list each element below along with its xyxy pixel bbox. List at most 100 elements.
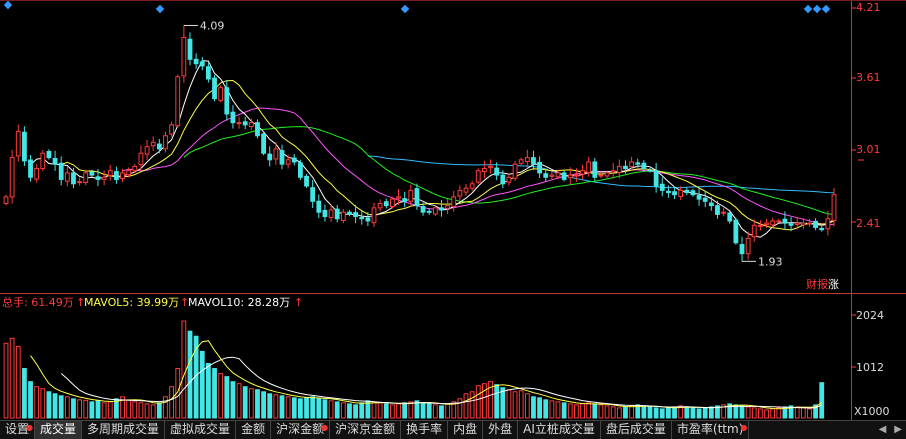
candle-body [831, 194, 837, 222]
candle-body [3, 196, 9, 204]
indicator-tab-label: 沪深京金额 [335, 422, 396, 436]
price-tick-label: 2.41 [856, 217, 881, 230]
candle-body [463, 187, 469, 193]
candle-body [623, 165, 628, 170]
volume-bar [34, 386, 40, 419]
indicator-tab[interactable]: 成交量 [35, 421, 83, 439]
volume-bar [665, 407, 671, 419]
volume-bar [647, 406, 653, 419]
volume-bar [224, 376, 230, 419]
candle-body [727, 212, 733, 222]
rise-tag[interactable]: 涨 [828, 278, 839, 291]
volume-bar [267, 393, 273, 419]
candle-body [163, 135, 168, 150]
scroll-left-icon[interactable]: ◀ [875, 421, 891, 438]
volume-bar [598, 404, 604, 419]
candle-body [261, 133, 267, 154]
candle-body [181, 36, 187, 77]
candle-body [653, 170, 659, 187]
candle-body [635, 162, 641, 165]
volume-bar [377, 402, 383, 419]
volume-bar [347, 403, 352, 419]
up-arrow-icon: ↑ [294, 296, 303, 309]
indicator-tab[interactable]: 内盘 [448, 421, 484, 439]
candle-body [549, 174, 555, 177]
finance-report-tag[interactable]: 财报 [806, 277, 828, 291]
candle-body [58, 162, 64, 180]
volume-bar [150, 404, 156, 419]
candle-body [506, 176, 512, 183]
volume-bar [445, 403, 451, 419]
volume-bar [672, 406, 677, 419]
candle-body [733, 219, 739, 244]
candle-body [800, 222, 806, 226]
volume-bar [64, 396, 70, 419]
candle-body [432, 207, 438, 215]
candle-body [659, 183, 665, 191]
indicator-tab[interactable]: 沪深金额 ● [271, 421, 331, 439]
volume-bar [592, 403, 598, 419]
indicator-tab[interactable]: 虚拟成交量 [165, 421, 237, 439]
indicator-tab[interactable]: 换手率 [401, 421, 449, 439]
volume-bar [561, 402, 567, 419]
indicator-tab-label: 外盘 [488, 422, 513, 436]
candle-body [451, 196, 457, 208]
indicator-tab[interactable]: 设置 ● [0, 421, 36, 439]
volume-bar [531, 396, 536, 419]
candle-body [555, 172, 561, 178]
candle-body [610, 170, 616, 173]
candle-body [71, 172, 76, 185]
volume-bar [641, 405, 647, 419]
candle-body [95, 176, 101, 180]
candle-body [445, 205, 451, 209]
indicator-tab-label: 换手率 [406, 422, 443, 436]
mavol10-label: MAVOL10: 28.28万 [188, 296, 290, 309]
candle-body [598, 174, 604, 177]
candle-body [481, 168, 487, 173]
volume-bar [304, 397, 309, 419]
volume-bar [242, 386, 248, 419]
volume-bar [101, 402, 107, 419]
volume-bar [567, 403, 573, 419]
candle-body [377, 202, 383, 209]
candle-body [586, 161, 592, 173]
candle-body [113, 171, 119, 180]
candle-body [543, 173, 549, 178]
candle-body [794, 222, 800, 225]
candle-body [641, 162, 647, 170]
indicator-tab[interactable]: AI立桩成交量 [518, 421, 601, 439]
indicator-tab[interactable]: 市盈率(ttm) ● [672, 421, 750, 439]
volume-bar [132, 401, 138, 419]
volume-bar [807, 408, 812, 419]
volume-bar [481, 383, 487, 419]
indicator-tab-label: 沪深金额 [276, 422, 325, 436]
volume-bar [739, 405, 745, 419]
volume-bar [285, 396, 291, 419]
candle-body [359, 216, 365, 220]
indicator-tab[interactable]: 多周期成交量 [82, 421, 166, 439]
indicator-tab[interactable]: 金额 [236, 421, 272, 439]
candle-body [334, 208, 340, 220]
candle-body [83, 172, 89, 184]
volume-bar [144, 403, 150, 419]
candle-body [524, 157, 530, 163]
volume-bar [604, 405, 610, 419]
indicator-tab-label: 成交量 [40, 422, 77, 436]
indicator-tab[interactable]: 外盘 [483, 421, 519, 439]
scroll-right-icon[interactable]: ▶ [890, 421, 906, 438]
volume-bar [212, 368, 217, 419]
indicator-tab[interactable]: 沪深京金额 [330, 421, 402, 439]
candle-body [205, 66, 211, 80]
indicator-tab-label: 虚拟成交量 [170, 422, 231, 436]
candle-body [169, 124, 175, 135]
volume-bar [518, 390, 524, 419]
indicator-tab-bar: 设置 ● 成交量 多周期成交量 虚拟成交量 金额 沪深金额 ● 沪深京金额 换手率 内盘 外盘 AI立桩… [0, 420, 906, 439]
candle-body [230, 111, 236, 124]
candle-body [224, 87, 230, 115]
indicator-tab[interactable]: 盘后成交量 [601, 421, 672, 439]
candle-body [389, 198, 395, 208]
candle-body [616, 165, 622, 173]
volume-bar [573, 404, 579, 419]
candle-body [347, 211, 352, 215]
candle-body [255, 122, 260, 137]
